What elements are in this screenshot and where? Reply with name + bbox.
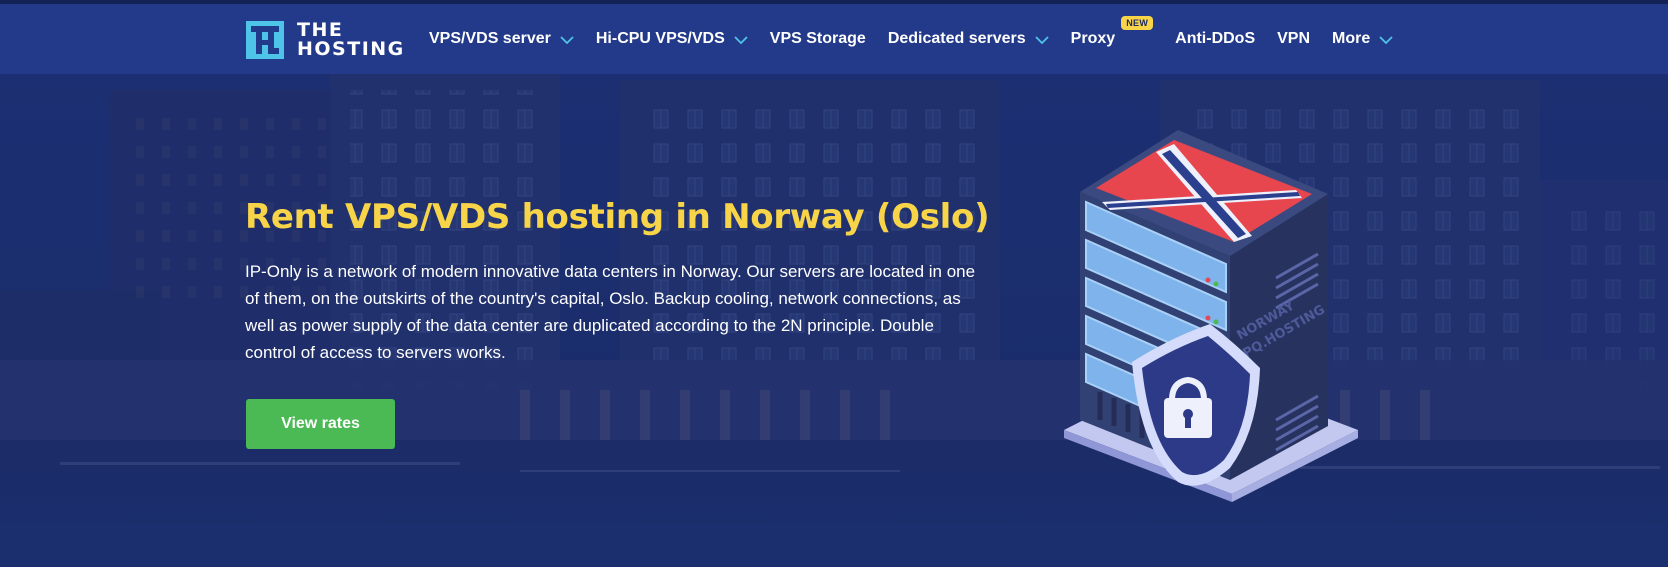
nav-item-label: VPN: [1277, 30, 1311, 47]
nav-item-label: Anti-DDoS: [1175, 30, 1256, 47]
chevron-down-icon: [560, 36, 574, 44]
logo-wordmark: THE HOSTING: [297, 21, 405, 59]
nav-item-label: VPS/VDS server: [429, 30, 551, 47]
nav-item-label: More: [1332, 30, 1371, 47]
site-logo[interactable]: THE HOSTING: [245, 19, 405, 61]
nav-item-dedicated-servers[interactable]: Dedicated servers: [888, 30, 1049, 48]
chevron-down-icon: [1379, 36, 1393, 44]
nav-item-anti-ddos[interactable]: Anti-DDoS: [1175, 30, 1255, 48]
nav-item-proxy[interactable]: Proxy NEW: [1070, 16, 1154, 48]
main-nav: VPS/VDS server Hi-CPU VPS/VDS VPS Storag…: [429, 4, 1415, 74]
nav-item-more[interactable]: More: [1332, 30, 1393, 48]
chevron-down-icon: [734, 36, 748, 44]
nav-item-vps-vds-server[interactable]: VPS/VDS server: [429, 30, 574, 48]
site-header: THE HOSTING VPS/VDS server Hi-CPU VPS/VD…: [0, 4, 1668, 74]
new-badge: NEW: [1121, 16, 1154, 30]
nav-item-label: Proxy: [1070, 30, 1116, 47]
nav-item-label: Dedicated servers: [887, 30, 1026, 47]
nav-item-vpn[interactable]: VPN: [1277, 30, 1310, 48]
nav-item-vps-storage[interactable]: VPS Storage: [770, 30, 866, 48]
hero-description: IP-Only is a network of modern innovativ…: [245, 262, 976, 362]
chevron-down-icon: [1035, 36, 1049, 44]
server-illustration: NORWAY PQ.HOSTING: [1064, 130, 1358, 502]
th-logo-mark-icon: [246, 21, 284, 59]
nav-item-label: VPS Storage: [769, 30, 866, 47]
nav-item-hi-cpu-vps-vds[interactable]: Hi-CPU VPS/VDS: [596, 30, 748, 48]
logo-line-2: HOSTING: [297, 38, 405, 60]
hero-title: Rent VPS/VDS hosting in Norway (Oslo): [245, 197, 990, 237]
view-rates-button[interactable]: View rates: [246, 399, 395, 449]
nav-item-label: Hi-CPU VPS/VDS: [595, 30, 725, 47]
